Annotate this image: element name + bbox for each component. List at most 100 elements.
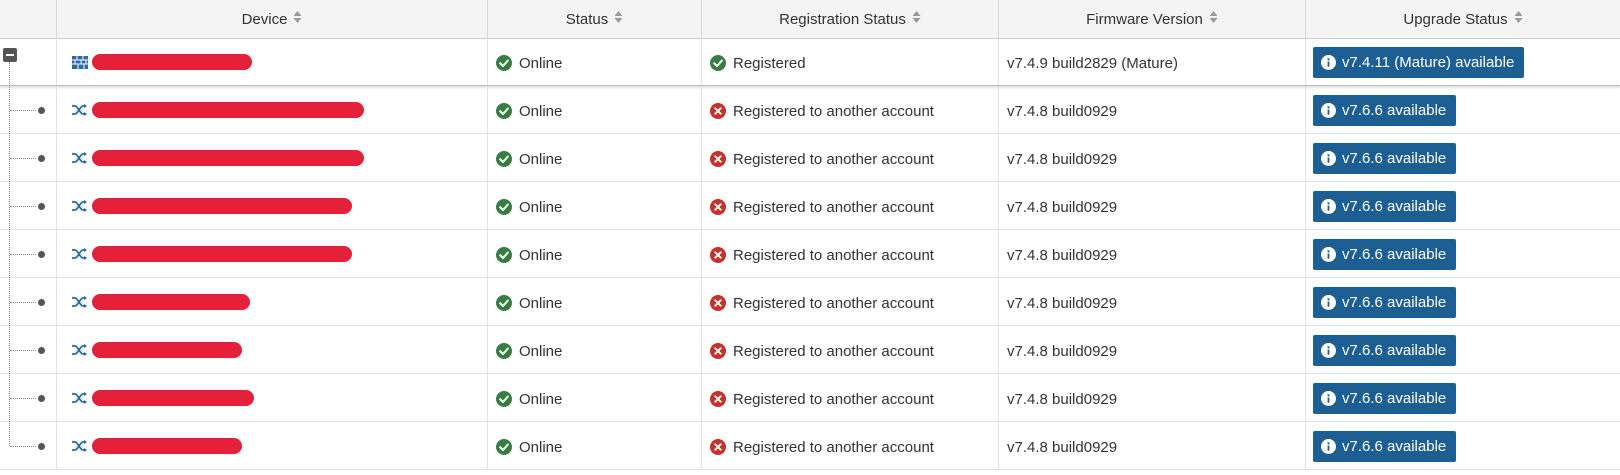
status-cell: Online xyxy=(488,182,702,229)
tree-node-dot xyxy=(38,203,45,210)
device-cell[interactable] xyxy=(57,278,488,325)
switch-icon xyxy=(71,103,87,119)
upgrade-cell: v7.6.6 available xyxy=(1306,134,1620,181)
device-cell[interactable] xyxy=(57,230,488,277)
status-text: Online xyxy=(519,247,563,264)
collapse-icon[interactable] xyxy=(3,48,17,62)
upgrade-label: v7.6.6 available xyxy=(1342,198,1447,215)
fortigate-icon xyxy=(71,55,88,71)
status-cell: Online xyxy=(488,422,702,469)
online-check-icon xyxy=(496,439,512,455)
column-header-device[interactable]: Device xyxy=(57,0,488,38)
status-text: Online xyxy=(519,103,563,120)
tree-node-dot xyxy=(38,299,45,306)
child-device-row[interactable]: Online Registered to another account v7.4.… xyxy=(0,326,1620,374)
firmware-text: v7.4.9 build2829 (Mature) xyxy=(1007,55,1178,72)
tree-node-dot xyxy=(38,347,45,354)
error-x-icon xyxy=(710,343,726,359)
upgrade-cell: v7.6.6 available xyxy=(1306,230,1620,277)
online-check-icon xyxy=(496,295,512,311)
info-icon xyxy=(1321,247,1336,262)
upgrade-available-button[interactable]: v7.6.6 available xyxy=(1313,95,1457,126)
tree-node-dot xyxy=(38,443,45,450)
child-device-row[interactable]: Online Registered to another account v7.4.… xyxy=(0,278,1620,326)
device-cell[interactable] xyxy=(57,134,488,181)
device-cell[interactable] xyxy=(57,182,488,229)
tree-connector xyxy=(10,350,36,351)
redacted-device-name xyxy=(92,294,250,310)
registration-text: Registered to another account xyxy=(733,295,934,312)
device-cell[interactable] xyxy=(57,374,488,421)
tree-node-dot xyxy=(38,395,45,402)
registration-cell: Registered to another account xyxy=(702,422,999,469)
column-header-label: Firmware Version xyxy=(1086,10,1203,28)
status-cell: Online xyxy=(488,326,702,373)
parent-device-row[interactable]: Online Registered v7.4.9 build2829 (Mature… xyxy=(0,38,1620,86)
upgrade-cell: v7.6.6 available xyxy=(1306,278,1620,325)
registration-text: Registered to another account xyxy=(733,199,934,216)
status-cell: Online xyxy=(488,38,702,85)
tree-connector xyxy=(10,254,36,255)
column-header-upgrade[interactable]: Upgrade Status xyxy=(1306,0,1620,38)
tree-connector xyxy=(10,110,36,111)
registration-cell: Registered to another account xyxy=(702,374,999,421)
status-text: Online xyxy=(519,343,563,360)
column-header-label: Device xyxy=(241,10,288,28)
info-icon xyxy=(1321,343,1336,358)
child-device-row[interactable]: Online Registered to another account v7.4.… xyxy=(0,182,1620,230)
error-x-icon xyxy=(710,439,726,455)
column-header-firmware[interactable]: Firmware Version xyxy=(999,0,1306,38)
registration-text: Registered to another account xyxy=(733,103,934,120)
child-device-row[interactable]: Online Registered to another account v7.4.… xyxy=(0,134,1620,182)
switch-icon xyxy=(71,391,87,407)
column-header-label: Status xyxy=(565,10,609,28)
firmware-cell: v7.4.8 build0929 xyxy=(999,134,1306,181)
firmware-cell: v7.4.8 build0929 xyxy=(999,374,1306,421)
upgrade-available-button[interactable]: v7.6.6 available xyxy=(1313,383,1457,414)
error-x-icon xyxy=(710,295,726,311)
tree-connector xyxy=(10,206,36,207)
tree-vertical-connector xyxy=(9,62,10,446)
column-header-registration[interactable]: Registration Status xyxy=(702,0,999,38)
upgrade-available-button[interactable]: v7.6.6 available xyxy=(1313,191,1457,222)
upgrade-cell: v7.6.6 available xyxy=(1306,422,1620,469)
column-header-status[interactable]: Status xyxy=(488,0,702,38)
table-header: Device Status Registration Status Firmwa… xyxy=(0,0,1620,39)
device-cell[interactable] xyxy=(57,326,488,373)
upgrade-available-button[interactable]: v7.6.6 available xyxy=(1313,143,1457,174)
registered-check-icon xyxy=(710,55,726,71)
upgrade-available-button[interactable]: v7.6.6 available xyxy=(1313,431,1457,462)
child-device-row[interactable]: Online Registered to another account v7.4.… xyxy=(0,374,1620,422)
column-header-label: Upgrade Status xyxy=(1403,10,1508,28)
child-device-row[interactable]: Online Registered to another account v7.4.… xyxy=(0,422,1620,470)
child-device-row[interactable]: Online Registered to another account v7.4.… xyxy=(0,86,1620,134)
device-cell[interactable] xyxy=(57,422,488,469)
firmware-cell: v7.4.8 build0929 xyxy=(999,182,1306,229)
firmware-cell: v7.4.8 build0929 xyxy=(999,86,1306,133)
sort-icon[interactable] xyxy=(614,10,623,28)
switch-icon xyxy=(71,439,87,455)
registration-text: Registered to another account xyxy=(733,343,934,360)
device-cell[interactable] xyxy=(57,38,488,85)
registration-text: Registered to another account xyxy=(733,247,934,264)
child-device-row[interactable]: Online Registered to another account v7.4.… xyxy=(0,230,1620,278)
upgrade-available-button[interactable]: v7.4.11 (Mature) available xyxy=(1313,47,1525,78)
online-check-icon xyxy=(496,391,512,407)
info-icon xyxy=(1321,391,1336,406)
sort-icon[interactable] xyxy=(1209,10,1218,28)
upgrade-available-button[interactable]: v7.6.6 available xyxy=(1313,335,1457,366)
online-check-icon xyxy=(496,199,512,215)
online-check-icon xyxy=(496,343,512,359)
upgrade-available-button[interactable]: v7.6.6 available xyxy=(1313,239,1457,270)
sort-icon[interactable] xyxy=(293,10,302,28)
sort-icon[interactable] xyxy=(912,10,921,28)
sort-icon[interactable] xyxy=(1514,10,1523,28)
redacted-device-name xyxy=(92,246,352,262)
error-x-icon xyxy=(710,151,726,167)
upgrade-label: v7.6.6 available xyxy=(1342,294,1447,311)
device-cell[interactable] xyxy=(57,86,488,133)
upgrade-available-button[interactable]: v7.6.6 available xyxy=(1313,287,1457,318)
status-cell: Online xyxy=(488,230,702,277)
status-text: Online xyxy=(519,199,563,216)
registration-cell: Registered to another account xyxy=(702,86,999,133)
